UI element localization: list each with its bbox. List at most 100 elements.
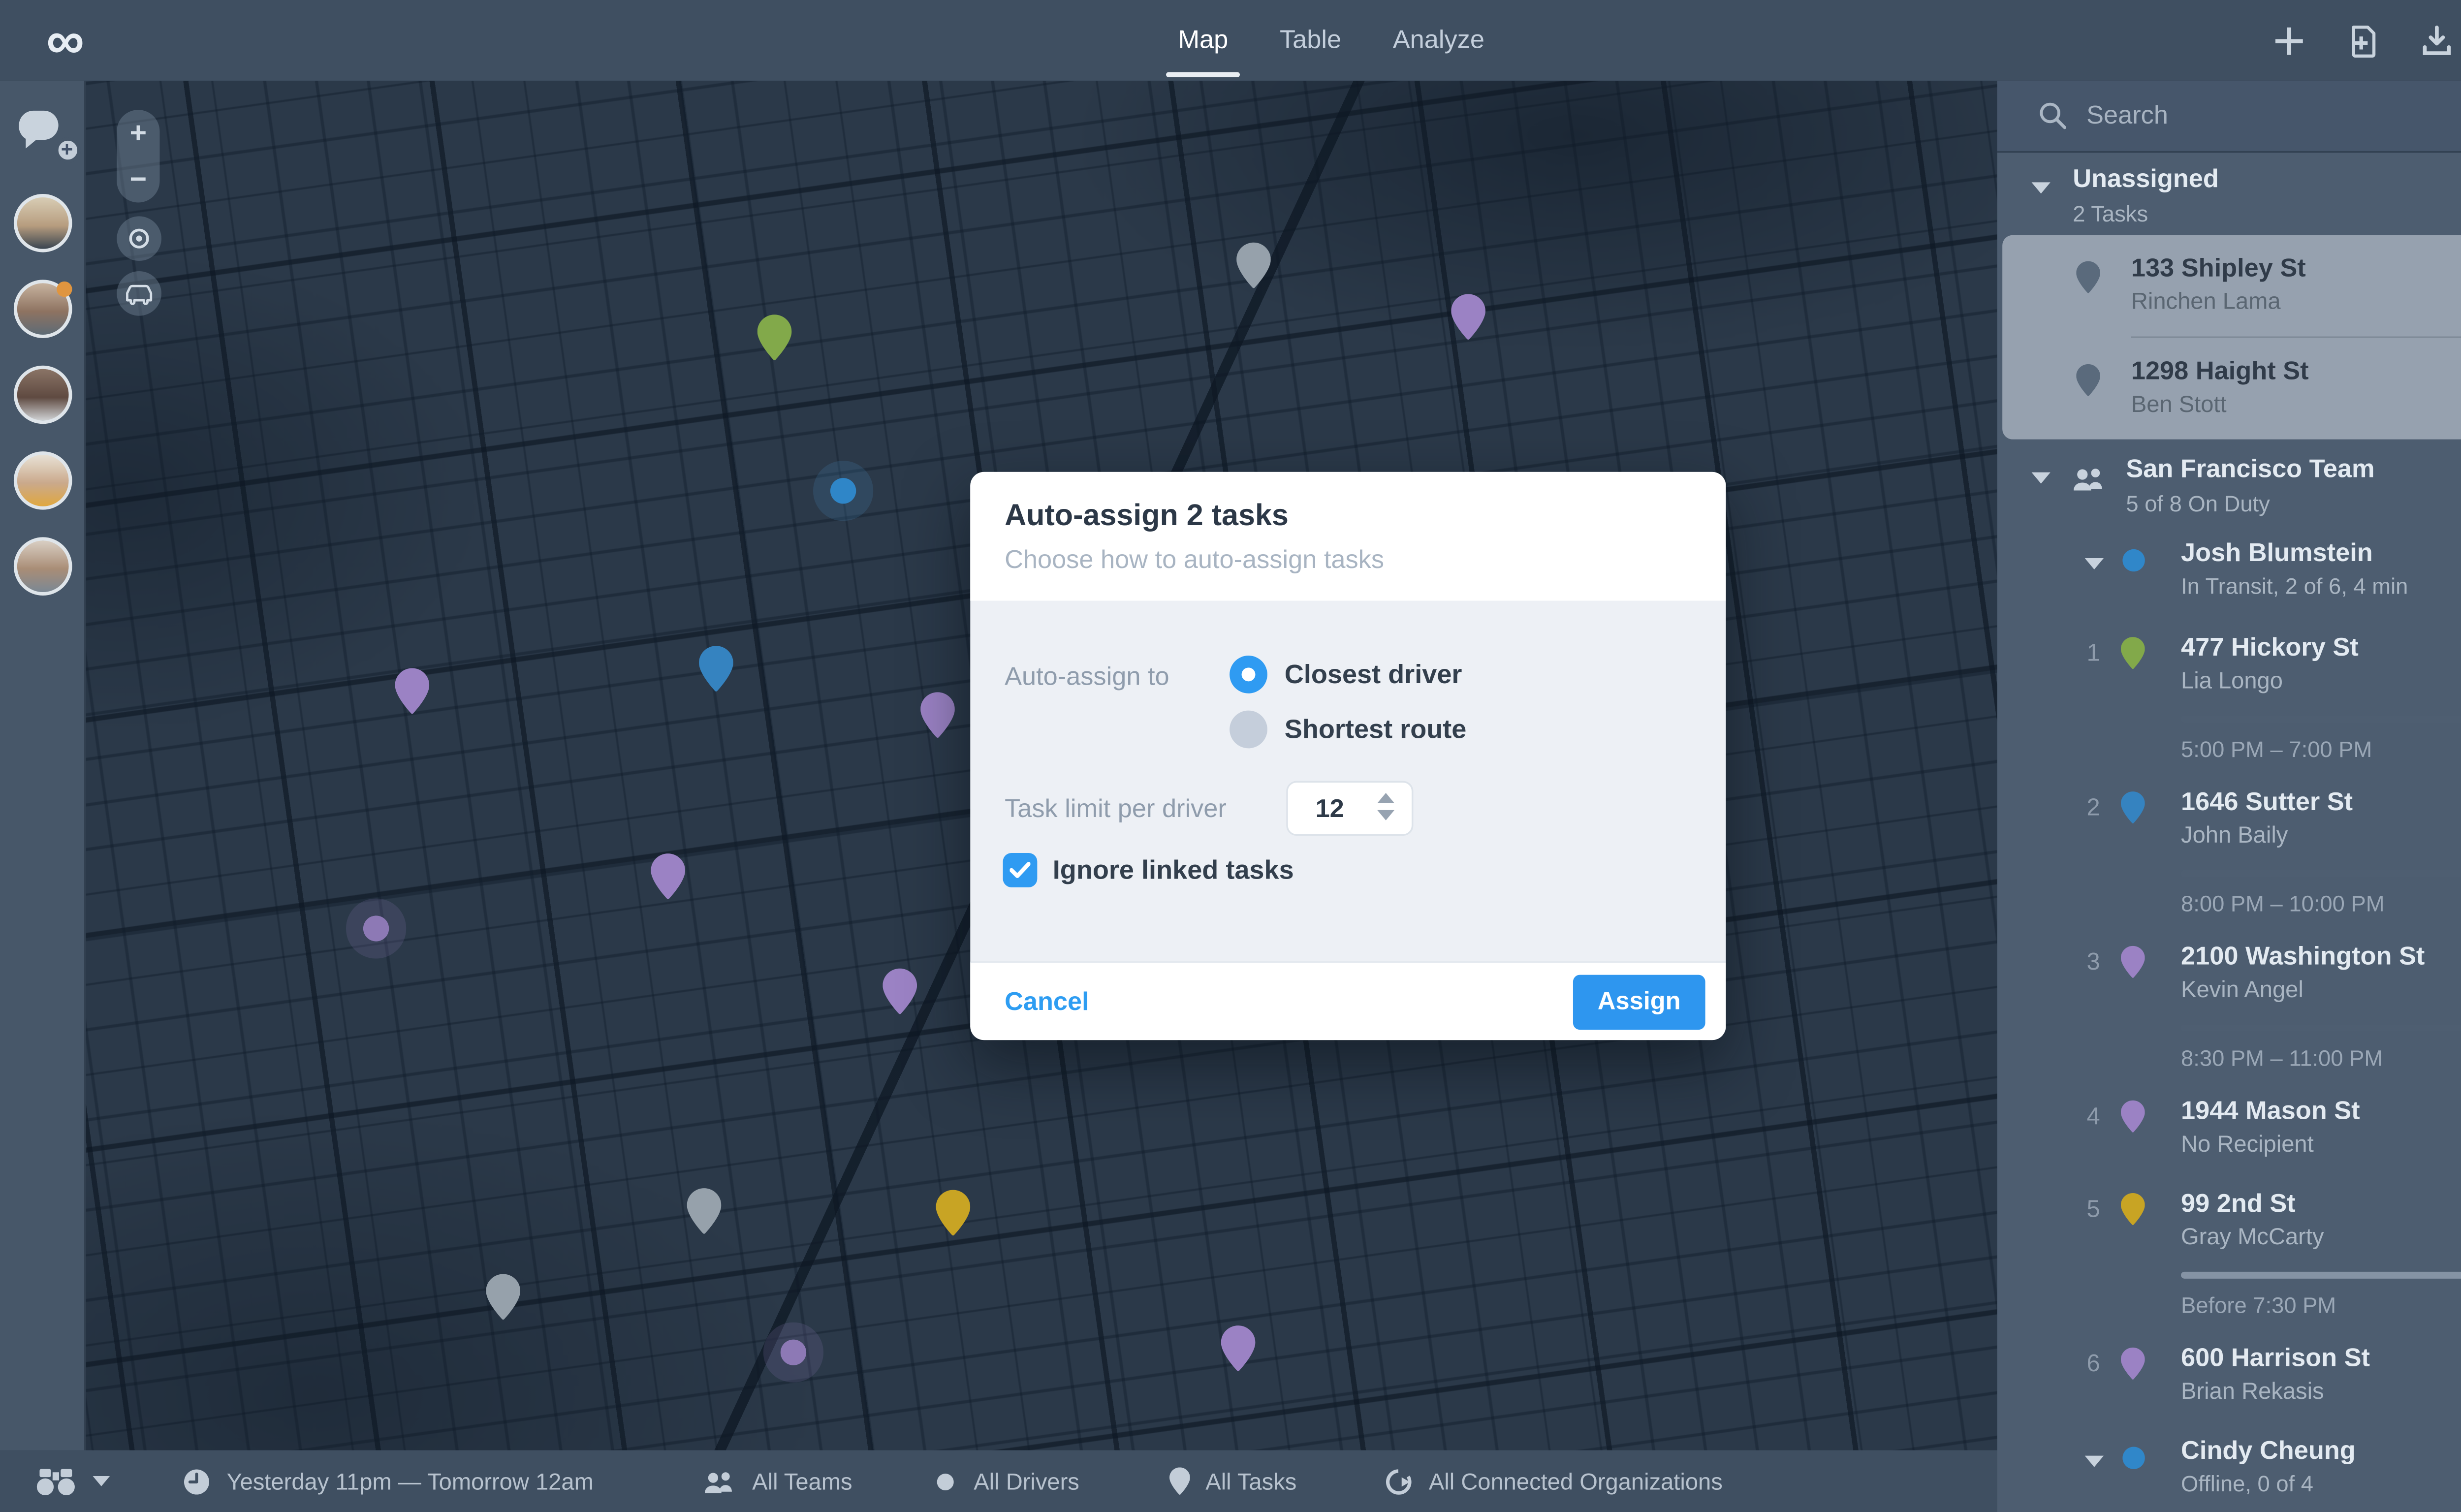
driver-avatar-4[interactable] bbox=[13, 451, 71, 510]
driver-avatar-2[interactable] bbox=[13, 280, 71, 338]
task-recipient: Brian Rekasis bbox=[2181, 1378, 2324, 1404]
tab-map[interactable]: Map bbox=[1166, 0, 1241, 81]
task-row[interactable]: 4 1944 Mason St No Recipient bbox=[1997, 1079, 2461, 1172]
task-row[interactable]: 2 1646 Sutter St John Baily 8:38 PM 8:00… bbox=[1997, 771, 2461, 925]
closest-driver-label[interactable]: Closest driver bbox=[1285, 661, 1462, 692]
tab-analyze[interactable]: Analyze bbox=[1393, 0, 1484, 81]
radio-shortest-route[interactable] bbox=[1230, 710, 1267, 749]
lookup-filter[interactable] bbox=[34, 1450, 110, 1512]
task-number: 1 bbox=[2086, 638, 2100, 666]
map-task-pin-purple[interactable] bbox=[1221, 1325, 1256, 1371]
ignore-linked-label[interactable]: Ignore linked tasks bbox=[1053, 856, 1294, 887]
map-task-pin-gray[interactable] bbox=[486, 1274, 520, 1320]
driver-dot-icon bbox=[933, 1468, 958, 1494]
task-recipient: Ben Stott bbox=[2131, 391, 2227, 417]
map-task-pin-purple[interactable] bbox=[1451, 294, 1485, 340]
task-row[interactable]: 5 99 2nd St Gray McCarty Before 7:30 PM bbox=[1997, 1172, 2461, 1327]
driver-name: Josh Blumstein bbox=[2181, 538, 2373, 568]
map-task-pin-yellow[interactable] bbox=[936, 1190, 971, 1236]
search-input[interactable]: Search bbox=[2086, 101, 2461, 130]
organizations-filter[interactable]: All Connected Organizations bbox=[1384, 1450, 1723, 1512]
task-pin-icon bbox=[2076, 261, 2100, 293]
driver-row-cindy[interactable]: Cindy Cheung Offline, 0 of 4 bbox=[1997, 1419, 2461, 1512]
task-progress-bar[interactable] bbox=[2181, 1271, 2461, 1279]
tasks-filter[interactable]: All Tasks bbox=[1169, 1450, 1296, 1512]
map-driver-dot-purple[interactable] bbox=[363, 915, 389, 942]
traffic-button[interactable] bbox=[117, 271, 161, 316]
stepper-down-icon[interactable] bbox=[1377, 810, 1395, 820]
cancel-button[interactable]: Cancel bbox=[1005, 987, 1089, 1016]
top-actions: ? bbox=[2272, 0, 2461, 81]
driver-name: Cindy Cheung bbox=[2181, 1436, 2356, 1466]
map-task-pin-purple[interactable] bbox=[395, 668, 429, 714]
drivers-filter[interactable]: All Drivers bbox=[933, 1450, 1079, 1512]
driver-avatar-1[interactable] bbox=[13, 194, 71, 252]
task-row[interactable]: 6 600 Harrison St Brian Rekasis bbox=[1997, 1326, 2461, 1419]
add-task-icon[interactable] bbox=[2272, 23, 2306, 58]
teams-icon bbox=[701, 1468, 737, 1494]
modal-header: Auto-assign 2 tasks Choose how to auto-a… bbox=[970, 472, 1726, 601]
map-task-pin-gray[interactable] bbox=[1236, 242, 1271, 288]
task-address: 1646 Sutter St bbox=[2181, 788, 2353, 817]
map-driver-dot-blue[interactable] bbox=[830, 478, 856, 504]
auto-assign-modal: Auto-assign 2 tasks Choose how to auto-a… bbox=[970, 472, 1726, 1040]
driver-row-josh[interactable]: Josh Blumstein In Transit, 2 of 6, 4 min… bbox=[1997, 522, 2461, 616]
unassigned-group-header[interactable]: Unassigned 2 Tasks bbox=[1997, 153, 2461, 231]
task-time-window: 8:30 PM – 11:00 PM bbox=[2181, 1045, 2383, 1071]
export-icon[interactable] bbox=[2420, 23, 2454, 58]
ignore-linked-checkbox[interactable] bbox=[1003, 853, 1038, 887]
task-number: 6 bbox=[2086, 1349, 2100, 1377]
map-task-pin-gray[interactable] bbox=[687, 1188, 722, 1234]
target-icon bbox=[126, 225, 153, 252]
collapse-caret-icon[interactable] bbox=[2031, 472, 2050, 484]
group-subtitle: 2 Tasks bbox=[2073, 200, 2148, 227]
task-limit-input[interactable]: 12 bbox=[1286, 781, 1414, 836]
radio-closest-driver[interactable] bbox=[1230, 656, 1267, 693]
onfleet-logo-icon[interactable]: ∞ bbox=[24, 0, 106, 81]
new-chat-button[interactable]: + bbox=[15, 108, 80, 163]
unassigned-task-row[interactable]: 133 Shipley St Rinchen Lama bbox=[2002, 235, 2461, 337]
task-progress-bar[interactable] bbox=[2181, 870, 2461, 877]
task-address: 1944 Mason St bbox=[2181, 1097, 2360, 1126]
task-pin-icon bbox=[2121, 791, 2145, 824]
check-icon bbox=[1010, 861, 1031, 879]
stepper-up-icon[interactable] bbox=[1377, 792, 1395, 803]
driver-avatar-3[interactable] bbox=[13, 365, 71, 424]
task-recipient: John Baily bbox=[2181, 822, 2288, 848]
task-number: 3 bbox=[2086, 947, 2100, 975]
assign-button[interactable]: Assign bbox=[1573, 975, 1705, 1030]
task-number: 2 bbox=[2086, 792, 2100, 820]
tab-table[interactable]: Table bbox=[1280, 0, 1341, 81]
task-row[interactable]: 3 2100 Washington St Kevin Angel 8:45 PM… bbox=[1997, 925, 2461, 1079]
search-icon bbox=[2038, 101, 2067, 130]
map-task-pin-purple[interactable] bbox=[883, 968, 917, 1014]
task-recipient: Rinchen Lama bbox=[2131, 288, 2281, 315]
task-pin-icon bbox=[1169, 1467, 1190, 1495]
teams-filter[interactable]: All Teams bbox=[701, 1450, 852, 1512]
task-progress-bar[interactable] bbox=[2181, 716, 2461, 723]
assign-to-label: Auto-assign to bbox=[1005, 662, 1169, 692]
task-row[interactable]: 1 477 Hickory St Lia Longo 8:26 PM 5:00 … bbox=[1997, 616, 2461, 771]
task-progress-bar[interactable] bbox=[2181, 1024, 2461, 1032]
date-range-filter[interactable]: Yesterday 11pm — Tomorrow 12am bbox=[182, 1450, 594, 1512]
driver-avatar-5[interactable] bbox=[13, 537, 71, 596]
collapse-caret-icon[interactable] bbox=[2085, 1455, 2104, 1467]
map-task-pin-green[interactable] bbox=[757, 315, 792, 361]
team-group-header[interactable]: San Francisco Team 5 of 8 On Duty bbox=[1997, 443, 2461, 522]
chat-add-badge: + bbox=[54, 137, 80, 163]
map-task-pin-purple[interactable] bbox=[651, 853, 685, 900]
zoom-out-button[interactable]: − bbox=[117, 156, 159, 202]
map-task-pin-purple[interactable] bbox=[920, 692, 955, 738]
collapse-caret-icon[interactable] bbox=[2085, 558, 2104, 569]
zoom-in-button[interactable]: + bbox=[117, 110, 159, 156]
import-tasks-icon[interactable] bbox=[2346, 23, 2380, 58]
group-title: Unassigned bbox=[2073, 164, 2219, 194]
locate-button[interactable] bbox=[117, 216, 161, 261]
map-driver-dot-purple[interactable] bbox=[780, 1339, 807, 1365]
collapse-caret-icon[interactable] bbox=[2031, 182, 2050, 194]
map-task-pin-blue[interactable] bbox=[699, 646, 733, 692]
task-pin-icon bbox=[2121, 1100, 2145, 1133]
task-time-window: 5:00 PM – 7:00 PM bbox=[2181, 736, 2372, 762]
shortest-route-label[interactable]: Shortest route bbox=[1285, 716, 1467, 747]
unassigned-task-row[interactable]: 1298 Haight St Ben Stott bbox=[2002, 338, 2461, 440]
